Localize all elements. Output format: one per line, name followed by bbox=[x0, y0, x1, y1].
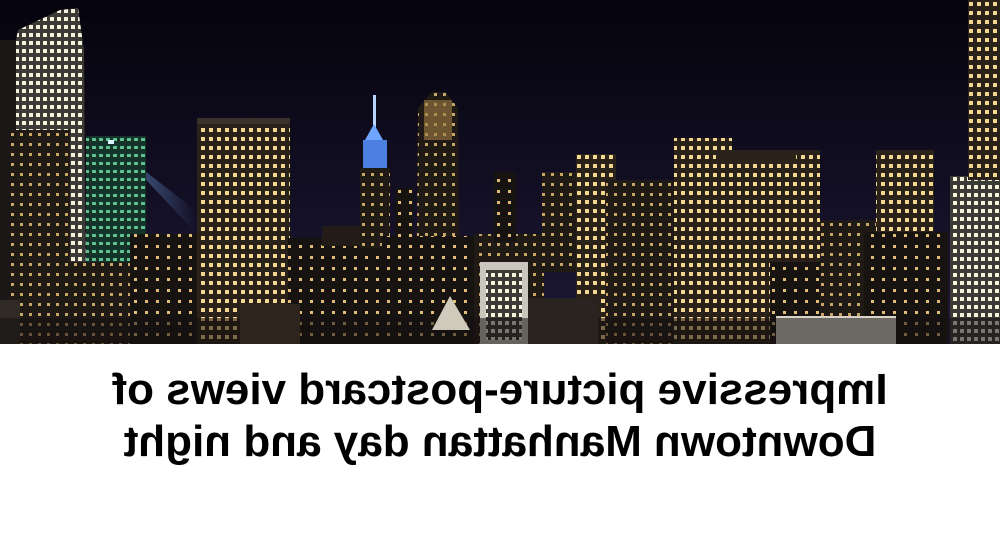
page: Impressive picture-postcard views of Dow… bbox=[0, 0, 1000, 540]
caption: Impressive picture-postcard views of Dow… bbox=[0, 358, 1000, 478]
caption-line-1: Impressive picture-postcard views of bbox=[112, 365, 888, 414]
skyline-image bbox=[0, 0, 1000, 344]
caption-line-2: Downtown Manhattan day and night bbox=[123, 417, 877, 466]
skyline-photo bbox=[0, 0, 1000, 344]
